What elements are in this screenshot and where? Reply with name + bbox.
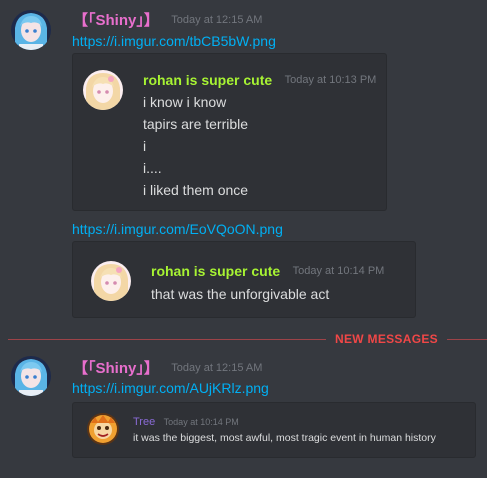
new-messages-divider-line bbox=[447, 339, 487, 340]
new-messages-divider-line bbox=[8, 339, 326, 340]
anime-girl-blue-hair-avatar-icon bbox=[11, 356, 51, 396]
anime-girl-blue-hair-avatar-icon bbox=[11, 10, 51, 50]
quote-timestamp: Today at 10:14 PM bbox=[292, 264, 385, 277]
quote-author-avatar[interactable] bbox=[87, 413, 119, 445]
timestamp[interactable]: Today at 12:15 AM bbox=[171, 362, 262, 374]
quote-line: i liked them once bbox=[143, 182, 249, 198]
timestamp[interactable]: Today at 12:15 AM bbox=[171, 14, 262, 26]
message-header: 【「Shiny」】 Today at 12:15 AM bbox=[73, 357, 262, 377]
image-link[interactable]: https://i.imgur.com/AUjKRlz.png bbox=[72, 380, 269, 396]
quote-line: tapirs are terrible bbox=[143, 116, 249, 132]
image-link[interactable]: https://i.imgur.com/EoVQoON.png bbox=[72, 221, 283, 237]
cartoon-character-avatar-icon bbox=[87, 413, 119, 445]
username[interactable]: 【「Shiny」】 bbox=[73, 12, 159, 29]
quote-text: it was the biggest, most awful, most tra… bbox=[133, 432, 436, 444]
quote-author-name[interactable]: Tree bbox=[133, 416, 155, 428]
quote-timestamp: Today at 10:13 PM bbox=[284, 73, 377, 86]
quote-line: i know i know bbox=[143, 94, 227, 110]
username[interactable]: 【「Shiny」】 bbox=[73, 360, 159, 377]
quote-header: rohan is super cute Today at 10:14 PM bbox=[151, 262, 384, 280]
quoted-message-embed: rohan is super cute Today at 10:13 PM i … bbox=[72, 53, 387, 211]
quote-line: i bbox=[143, 138, 147, 154]
quote-header: rohan is super cute Today at 10:13 PM bbox=[143, 71, 376, 89]
message-header: 【「Shiny」】 Today at 12:15 AM bbox=[73, 9, 262, 29]
quoted-message-embed: rohan is super cute Today at 10:14 PM th… bbox=[72, 241, 416, 318]
quote-timestamp: Today at 10:14 PM bbox=[163, 416, 239, 427]
quote-author-avatar[interactable] bbox=[91, 261, 131, 301]
user-avatar[interactable] bbox=[11, 356, 51, 396]
quote-author-avatar[interactable] bbox=[83, 70, 123, 110]
anime-girl-blonde-avatar-icon bbox=[83, 70, 123, 110]
quoted-message-embed: Tree Today at 10:14 PM it was the bigges… bbox=[72, 402, 476, 458]
user-avatar[interactable] bbox=[11, 10, 51, 50]
quote-author-name[interactable]: rohan is super cute bbox=[143, 72, 272, 88]
quote-line: i.... bbox=[143, 160, 162, 176]
quote-line: that was the unforgivable act bbox=[151, 286, 330, 302]
quote-author-name[interactable]: rohan is super cute bbox=[151, 263, 280, 279]
chat-message-list[interactable]: 【「Shiny」】 Today at 12:15 AM https://i.im… bbox=[0, 0, 487, 478]
image-link[interactable]: https://i.imgur.com/tbCB5bW.png bbox=[72, 33, 276, 49]
anime-girl-blonde-avatar-icon bbox=[91, 261, 131, 301]
new-messages-divider-label: NEW MESSAGES bbox=[335, 332, 438, 346]
